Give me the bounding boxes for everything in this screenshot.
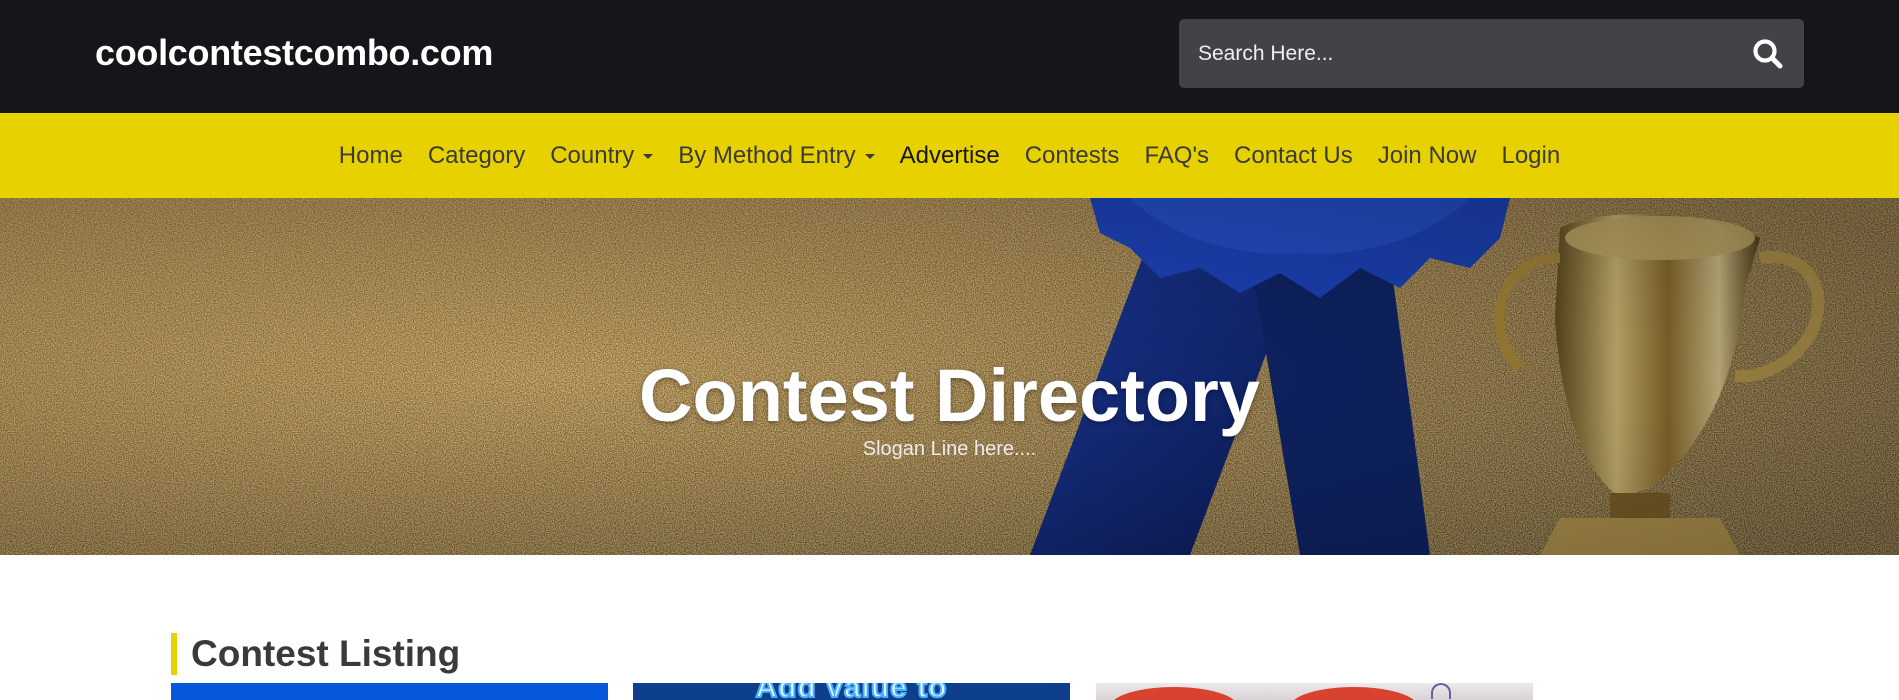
nav-item-join-now[interactable]: Join Now (1365, 142, 1489, 170)
nav-item-label: Category (427, 141, 526, 169)
search-input[interactable] (1179, 19, 1719, 88)
contest-listing-heading: Contest Listing (171, 632, 460, 675)
search-button[interactable] (1750, 36, 1786, 72)
contest-thumbnail-wordmark: Add value to (754, 683, 948, 700)
nav-item-home[interactable]: Home (326, 142, 415, 170)
nav-item-label: Contact Us (1234, 141, 1353, 169)
contest-card[interactable] (1096, 683, 1533, 700)
nav-list: Home Category Country By Method Entry Ad… (0, 113, 1899, 198)
contest-thumbnail-shape (1290, 687, 1418, 700)
nav-item-label: Login (1501, 141, 1561, 169)
site-logo[interactable]: coolcontestcombo.com (95, 30, 493, 76)
contest-thumbnail-shape (1110, 687, 1238, 700)
main-nav: Home Category Country By Method Entry Ad… (0, 113, 1899, 198)
hero-slogan: Slogan Line here.... (862, 438, 1037, 460)
nav-item-faqs[interactable]: FAQ's (1132, 142, 1222, 170)
nav-item-label: Country (550, 141, 635, 169)
contest-card[interactable] (171, 683, 608, 700)
hero-banner: Contest Directory Slogan Line here.... (0, 198, 1899, 555)
nav-item-label: FAQ's (1144, 141, 1210, 169)
nav-item-country[interactable]: Country (538, 142, 666, 170)
top-header: coolcontestcombo.com (0, 0, 1899, 113)
nav-item-label: Advertise (899, 141, 1000, 169)
contest-thumbnail (171, 683, 608, 700)
nav-item-category[interactable]: Category (415, 142, 537, 170)
contest-card[interactable]: Add value to (633, 683, 1070, 700)
nav-item-by-method-entry[interactable]: By Method Entry (666, 142, 887, 170)
nav-item-label: Join Now (1377, 141, 1477, 169)
nav-item-advertise[interactable]: Advertise (887, 142, 1012, 170)
nav-item-contests[interactable]: Contests (1012, 142, 1132, 170)
nav-item-label: By Method Entry (678, 141, 856, 169)
caret-down-icon (643, 154, 654, 159)
nav-item-login[interactable]: Login (1489, 142, 1573, 170)
nav-item-label: Contests (1024, 141, 1120, 169)
hero-title: Contest Directory (639, 353, 1260, 437)
search-bar (1179, 19, 1804, 88)
caret-down-icon (864, 154, 875, 159)
search-icon (1753, 39, 1783, 69)
nav-item-contact-us[interactable]: Contact Us (1222, 142, 1366, 170)
nav-item-label: Home (338, 141, 403, 169)
contest-thumbnail-glyph (1431, 683, 1451, 699)
